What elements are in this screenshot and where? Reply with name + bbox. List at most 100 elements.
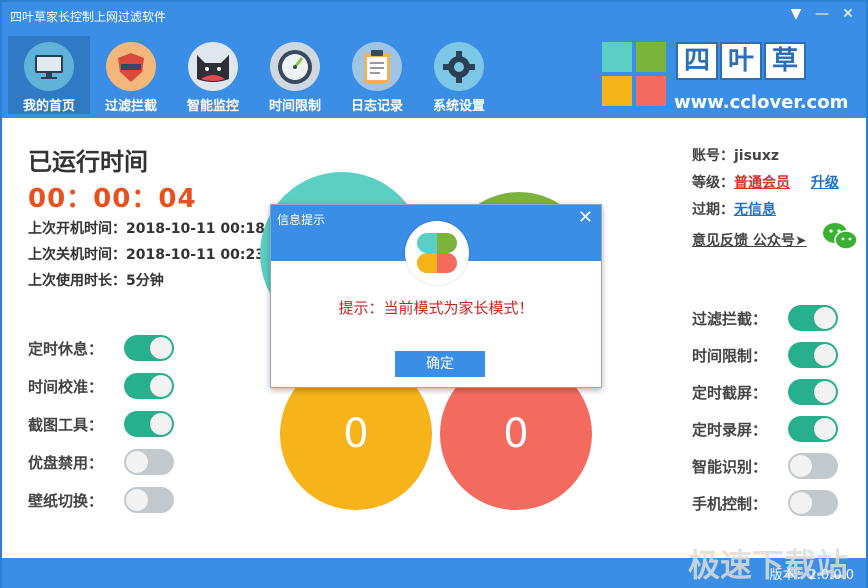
scheduled-screenshot-toggle[interactable] [788,379,838,405]
nav-label-filter: 过滤拦截 [104,99,157,114]
level-row: 等级：普通会员 升级 [692,172,839,192]
version-label: 版本：2.0.0.0 [769,568,854,583]
expire-value-link[interactable]: 无信息 [734,202,776,218]
account-label: 账号： [692,148,734,164]
toggle-knob [126,451,148,473]
runtime-elapsed: 00：00：04 [28,184,197,214]
toggle-knob [150,337,172,359]
dialog-title: 信息提示 [277,213,326,227]
brand-char: 叶 [720,42,762,80]
nav-item-home[interactable]: 我的首页 [8,36,90,114]
toggle-row-scheduled-rest: 定时休息： [28,335,174,361]
brand-char: 四 [676,42,718,80]
toggle-row-smart-recognition: 智能识别： [692,453,838,479]
toggle-label: 截图工具： [28,415,104,434]
toggle-knob [790,455,812,477]
toggle-label: 定时录屏： [692,420,768,439]
toggle-knob [150,375,172,397]
level-value-link[interactable]: 普通会员 [734,175,790,191]
wallpaper-switch-toggle[interactable] [124,487,174,513]
scheduled-recording-toggle[interactable] [788,416,838,442]
nav-item-settings[interactable]: 系统设置 [418,36,500,114]
last-usage-duration: 上次使用时长：5分钟 [28,273,164,289]
usb-disable-toggle[interactable] [124,449,174,475]
upgrade-link[interactable]: 升级 [811,175,839,191]
monitor-icon [24,42,74,91]
account-row: 账号：jisuxz [692,145,779,165]
smart-recognition-toggle[interactable] [788,453,838,479]
brand-url: www.cclover.com [674,92,849,113]
expire-label: 过期： [692,202,734,218]
wechat-icon[interactable] [822,222,858,250]
expire-row: 过期：无信息 [692,199,776,219]
window-controls: ▼ — ✕ [786,4,858,24]
toggle-label: 定时休息： [28,339,104,358]
gear-icon [434,42,484,91]
nav-item-timelimit[interactable]: 时间限制 [254,36,336,114]
toggle-label: 手机控制： [692,494,768,513]
brand-char: 草 [764,42,806,80]
clover-logo-icon [602,42,666,106]
account-value: jisuxz [734,148,780,164]
toggle-label: 定时截屏： [692,383,768,402]
dialog-close-button[interactable]: ✕ [578,207,593,228]
toggle-row-scheduled-recording: 定时录屏： [692,416,838,442]
nav-label-home: 我的首页 [22,99,75,114]
toggle-row-usb-disable: 优盘禁用： [28,449,174,475]
toggle-knob [814,381,836,403]
menu-button[interactable]: ▼ [786,4,806,24]
clock-icon [270,42,320,91]
toggle-knob [814,307,836,329]
last-boot-time: 上次开机时间：2018-10-11 00:18 [28,221,265,237]
toggle-knob [814,418,836,440]
toggle-label: 智能识别： [692,457,768,476]
runtime-title: 已运行时间 [28,148,148,176]
toggle-knob [150,413,172,435]
dialog-clover-icon [405,221,469,285]
toggle-label: 时间限制： [692,346,768,365]
app-window: 四叶草家长控制上网过滤软件 ▼ — ✕ 我的首页 过滤拦截 智能监控 时间限制 … [0,0,868,588]
toggle-row-wallpaper-switch: 壁纸切换： [28,487,174,513]
main-nav: 我的首页 过滤拦截 智能监控 时间限制 日志记录 系统设置 [8,36,500,114]
nav-item-filter[interactable]: 过滤拦截 [90,36,172,114]
toggle-knob [814,344,836,366]
toggle-label: 壁纸切换： [28,491,104,510]
nav-label-log: 日志记录 [350,99,403,114]
brand-name: 四 叶 草 [676,42,806,80]
feedback-link[interactable]: 意见反馈 公众号➤ [692,230,807,250]
info-dialog: 信息提示 ✕ 提示：当前模式为家长模式！ 确定 [270,204,602,388]
header-bar: 四叶草家长控制上网过滤软件 ▼ — ✕ 我的首页 过滤拦截 智能监控 时间限制 … [2,2,866,118]
screenshot-tool-toggle[interactable] [124,411,174,437]
brand-logo: 四 叶 草 www.cclover.com [598,38,864,114]
clipboard-icon [352,42,402,91]
scheduled-rest-toggle[interactable] [124,335,174,361]
toggle-row-phone-control: 手机控制： [692,490,838,516]
toggle-row-time-calibration: 时间校准： [28,373,174,399]
nav-label-settings: 系统设置 [432,99,485,114]
red-circle-value: 0 [503,411,529,457]
toggle-row-screenshot-tool: 截图工具： [28,411,174,437]
close-button[interactable]: ✕ [838,4,858,24]
time-limit-toggle[interactable] [788,342,838,368]
shield-icon [106,42,156,91]
dialog-ok-button[interactable]: 确定 [395,351,485,377]
toggle-label: 过滤拦截： [692,309,768,328]
nav-label-monitor: 智能监控 [186,99,239,114]
time-calibration-toggle[interactable] [124,373,174,399]
nav-item-monitor[interactable]: 智能监控 [172,36,254,114]
toggle-knob [790,492,812,514]
level-label: 等级： [692,175,734,191]
dialog-message: 提示：当前模式为家长模式！ [338,299,534,317]
yellow-circle-value: 0 [343,411,369,457]
nav-item-log[interactable]: 日志记录 [336,36,418,114]
toggle-label: 优盘禁用： [28,453,104,472]
filter-toggle[interactable] [788,305,838,331]
window-title: 四叶草家长控制上网过滤软件 [10,10,167,24]
cat-face-icon [188,42,238,91]
toggle-row-filter: 过滤拦截： [692,305,838,331]
last-shutdown-time: 上次关机时间：2018-10-11 00:23 [28,247,265,263]
toggle-knob [126,489,148,511]
minimize-button[interactable]: — [812,4,832,24]
phone-control-toggle[interactable] [788,490,838,516]
toggle-row-scheduled-screenshot: 定时截屏： [692,379,838,405]
